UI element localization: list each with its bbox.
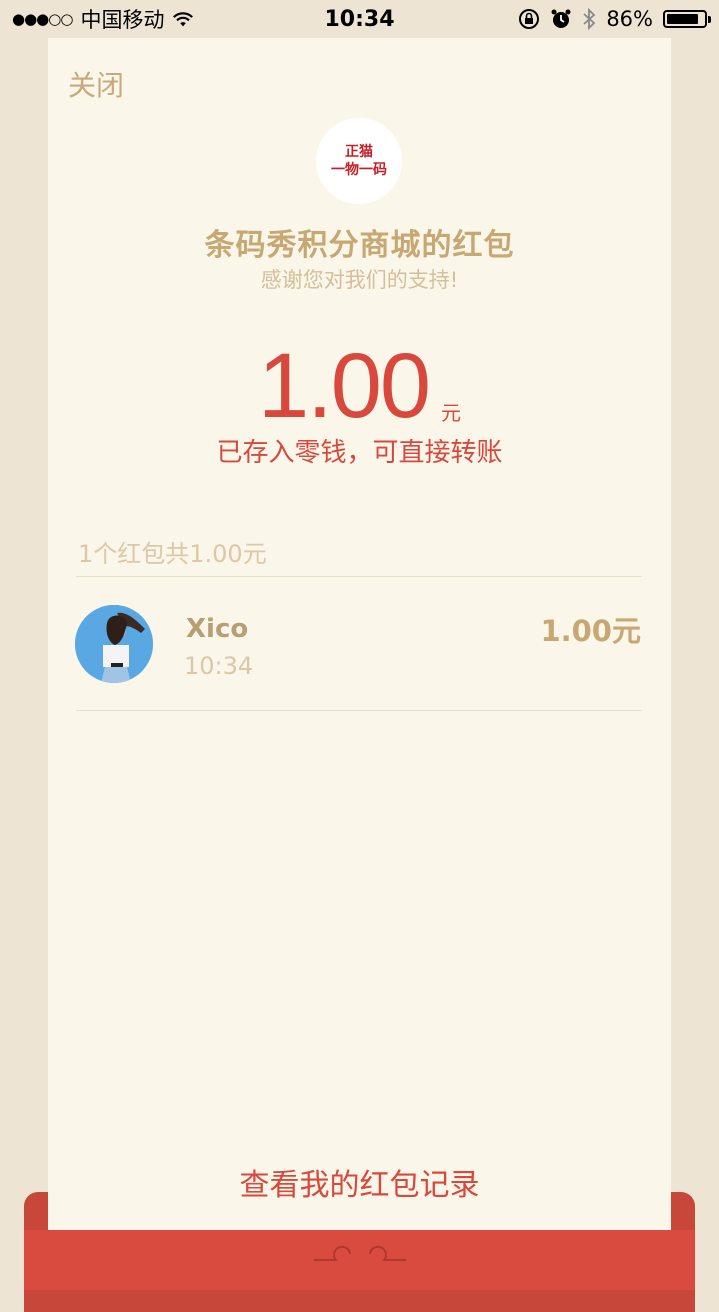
receiver-name: Xico [186,614,249,644]
status-bar: ●●●○○ 中国移动 10:34 86% [0,0,719,38]
logo-text-line1: 正猫 [345,144,373,160]
status-bar-right: 86% [518,7,719,31]
bluetooth-icon [583,7,596,31]
envelope-seal-decoration [314,1245,406,1261]
divider [76,710,642,711]
amount-unit: 元 [441,401,462,425]
avatar-photo [75,605,153,683]
divider [76,576,642,577]
avatar[interactable] [75,605,153,683]
red-packet-detail-card: 关闭 正猫 一物一码 条码秀积分商城的红包 感谢您对我们的支持! 1.00 元 … [48,38,671,1230]
stored-to-wallet-note[interactable]: 已存入零钱，可直接转账 [48,432,671,469]
rotation-lock-icon [519,9,540,29]
amount-value: 1.00 [257,335,431,437]
sender-subtitle: 感谢您对我们的支持! [260,268,459,292]
battery-percent: 86% [606,7,653,31]
merchant-logo: 正猫 一物一码 [316,118,402,204]
battery-level [667,14,698,24]
alarm-icon [551,9,571,28]
sender-title: 条码秀积分商城的红包 [204,228,515,263]
carrier-label: 中国移动 [80,8,165,32]
status-bar-left: ●●●○○ 中国移动 [0,4,194,34]
wifi-icon [173,12,194,27]
receiver-amount: 1.00元 [540,614,641,648]
view-records-link[interactable]: 查看我的红包记录 [48,1160,671,1204]
battery-icon [663,10,711,28]
logo-text-line2: 一物一码 [331,162,387,178]
receiver-time: 10:34 [184,652,254,680]
received-amount: 1.00 元 [48,332,671,432]
packet-summary: 1个红包共1.00元 [78,540,267,568]
signal-strength-icon: ●●●○○ [12,10,73,28]
close-button[interactable]: 关闭 [68,64,124,104]
